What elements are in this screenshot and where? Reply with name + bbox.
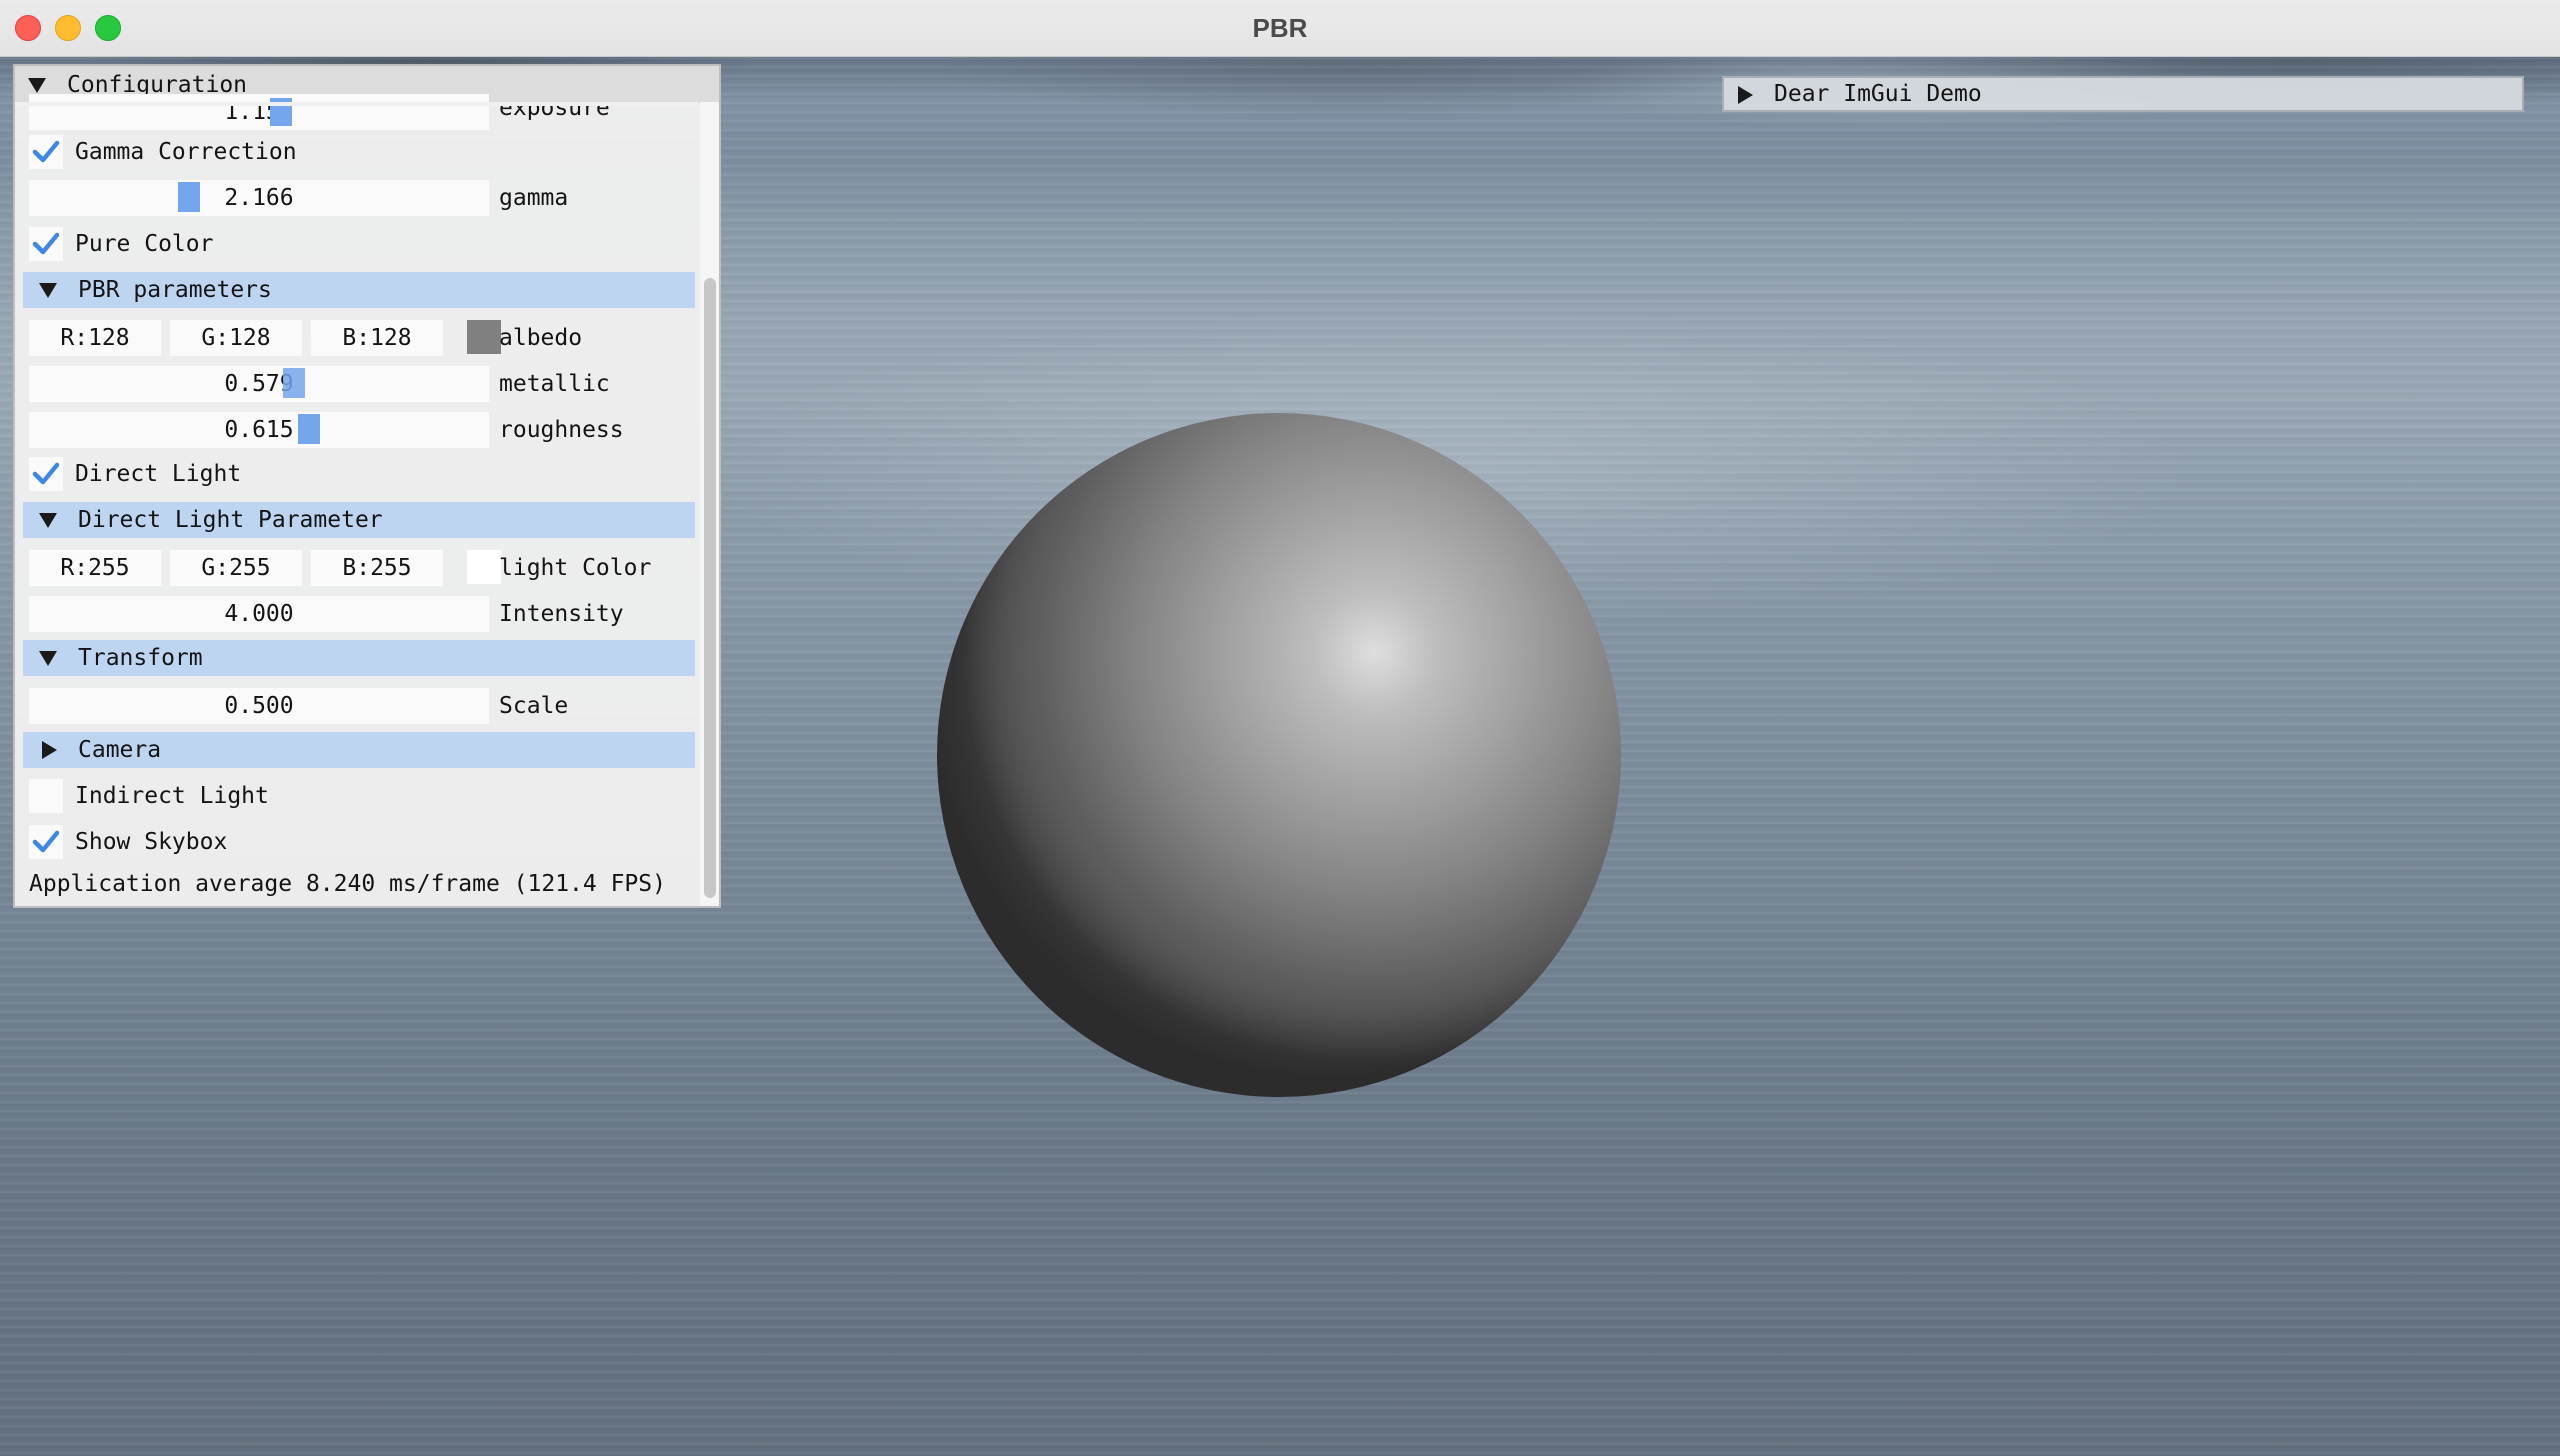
roughness-row: 0.615 roughness — [15, 408, 695, 448]
albedo-color-swatch[interactable] — [467, 320, 501, 354]
transform-label: Transform — [78, 645, 203, 671]
direct-light-checkbox[interactable] — [29, 457, 63, 491]
metallic-slider[interactable]: 0.579 — [29, 366, 489, 402]
gamma-correction-checkbox[interactable] — [29, 135, 63, 169]
pure-color-row[interactable]: Pure Color — [15, 224, 695, 264]
albedo-r-field[interactable]: R:128 — [29, 320, 161, 356]
indirect-light-label: Indirect Light — [75, 783, 269, 809]
metallic-slider-grab[interactable] — [282, 368, 305, 398]
pure-color-label: Pure Color — [75, 231, 214, 257]
checkmark-icon — [32, 830, 60, 853]
light-color-row: R:255 G:255 B:255 light Color — [15, 546, 695, 586]
imgui-demo-window[interactable]: Dear ImGui Demo — [1722, 76, 2524, 112]
metallic-row: 0.579 metallic — [15, 362, 695, 402]
indirect-light-checkbox[interactable] — [29, 779, 63, 813]
exposure-slider[interactable]: 1.159 — [29, 94, 489, 130]
direct-light-row[interactable]: Direct Light — [15, 454, 695, 494]
albedo-row: R:128 G:128 B:128 albedo — [15, 316, 695, 356]
direct-light-parameter-header[interactable]: Direct Light Parameter — [23, 502, 695, 538]
albedo-g-field[interactable]: G:128 — [170, 320, 302, 356]
window-title: PBR — [1252, 13, 1308, 43]
gamma-slider-grab[interactable] — [177, 182, 200, 212]
metallic-label: metallic — [499, 371, 610, 397]
gamma-correction-label: Gamma Correction — [75, 139, 297, 165]
gamma-row: 2.166 gamma — [15, 176, 695, 216]
direct-light-label: Direct Light — [75, 461, 242, 487]
gamma-correction-row[interactable]: Gamma Correction — [15, 132, 695, 172]
expand-arrow-icon — [39, 283, 57, 298]
camera-label: Camera — [78, 737, 162, 763]
pbr-parameters-header[interactable]: PBR parameters — [23, 272, 695, 308]
light-r-field[interactable]: R:255 — [29, 550, 161, 586]
exposure-label: exposure — [499, 95, 610, 121]
show-skybox-checkbox[interactable] — [29, 825, 63, 859]
imgui-demo-title: Dear ImGui Demo — [1774, 81, 1982, 107]
scale-label: Scale — [499, 693, 569, 719]
light-g-field[interactable]: G:255 — [170, 550, 302, 586]
expand-arrow-icon — [39, 651, 57, 666]
light-b-field[interactable]: B:255 — [311, 550, 443, 586]
light-color-swatch[interactable] — [467, 550, 501, 584]
show-skybox-row[interactable]: Show Skybox — [15, 822, 695, 862]
scroll-clip — [15, 102, 699, 106]
transform-header[interactable]: Transform — [23, 640, 695, 676]
indirect-light-row[interactable]: Indirect Light — [15, 776, 695, 816]
intensity-label: Intensity — [499, 601, 624, 627]
configuration-scrollbar[interactable] — [700, 102, 719, 906]
checkmark-icon — [32, 140, 60, 163]
exposure-row: 1.159 exposure — [15, 90, 695, 130]
frame-stats-text: Application average 8.240 ms/frame (121.… — [29, 871, 666, 897]
intensity-row: 4.000 Intensity — [15, 592, 695, 632]
roughness-label: roughness — [499, 417, 624, 443]
show-skybox-label: Show Skybox — [75, 829, 228, 855]
collapsed-arrow-icon[interactable] — [1738, 86, 1753, 104]
expand-arrow-icon — [39, 513, 57, 528]
direct-light-parameter-label: Direct Light Parameter — [78, 507, 383, 533]
gamma-label: gamma — [499, 185, 569, 211]
albedo-b-field[interactable]: B:128 — [311, 320, 443, 356]
checkmark-icon — [32, 462, 60, 485]
roughness-slider[interactable]: 0.615 — [29, 412, 489, 448]
light-color-label: light Color — [499, 555, 652, 581]
roughness-slider-grab[interactable] — [298, 414, 321, 444]
pure-color-checkbox[interactable] — [29, 227, 63, 261]
gamma-slider[interactable]: 2.166 — [29, 180, 489, 216]
window-titlebar: PBR — [0, 0, 2560, 57]
collapsed-arrow-icon — [42, 741, 57, 759]
checkmark-icon — [32, 232, 60, 255]
albedo-label: albedo — [499, 325, 583, 351]
configuration-window[interactable]: Configuration 1.159 exposure Gamma Corre… — [13, 64, 721, 908]
pbr-parameters-label: PBR parameters — [78, 277, 272, 303]
intensity-drag-field[interactable]: 4.000 — [29, 596, 489, 632]
camera-header[interactable]: Camera — [23, 732, 695, 768]
scrollbar-thumb[interactable] — [704, 278, 716, 898]
pbr-sphere — [937, 413, 1621, 1097]
scale-drag-field[interactable]: 0.500 — [29, 688, 489, 724]
scale-row: 0.500 Scale — [15, 684, 695, 724]
